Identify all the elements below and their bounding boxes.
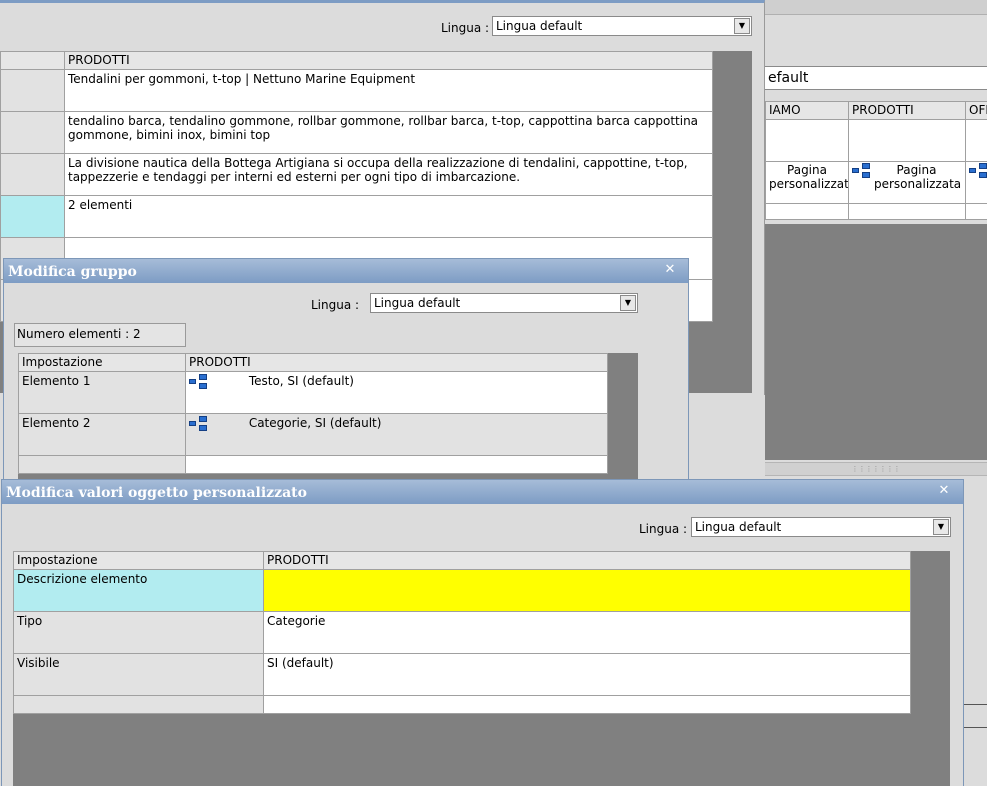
numero-elementi-box: Numero elementi : 2 (14, 323, 186, 347)
grid-cell[interactable]: tendalino barca, tendalino gommone, roll… (65, 112, 713, 154)
row-label[interactable] (1, 154, 65, 196)
dialog-title: Modifica gruppo (8, 264, 137, 280)
lingua-label: Lingua : (639, 522, 687, 536)
grid-cell[interactable]: 2 elementi (65, 196, 713, 238)
close-icon[interactable]: ✕ (938, 485, 950, 497)
grid-cell[interactable] (966, 120, 987, 162)
row-label[interactable] (19, 456, 186, 474)
grid-cell[interactable] (186, 456, 608, 474)
row-label-tipo[interactable]: Tipo (14, 612, 264, 654)
row-label-descrizione-elemento[interactable]: Descrizione elemento (14, 570, 264, 612)
tree-icon[interactable] (189, 416, 211, 432)
dialog-titlebar[interactable]: Modifica gruppo (4, 259, 688, 283)
chevron-down-icon[interactable]: ▼ (734, 18, 750, 34)
grid-cell[interactable] (966, 204, 987, 220)
grid-cell[interactable] (264, 696, 911, 714)
lingua-label: Lingua : (311, 298, 359, 312)
element-value: Categorie, SI (default) (249, 416, 382, 430)
visibile-cell[interactable]: SI (default) (264, 654, 911, 696)
lingua-select[interactable]: Lingua default ▼ (370, 293, 638, 313)
tipo-cell[interactable]: Categorie (264, 612, 911, 654)
lingua-select-value: Lingua default (496, 19, 582, 33)
gruppo-grid: Impostazione PRODOTTI Elemento 1 Testo, … (18, 353, 608, 474)
column-header-impostazione[interactable]: Impostazione (14, 552, 264, 570)
dialog-titlebar[interactable]: Modifica valori oggetto personalizzato (2, 480, 963, 504)
lingua-select-value: Lingua default (695, 520, 781, 534)
lingua-select-value: Lingua default (374, 296, 460, 310)
page-cell-text: Pagina personalizzata (769, 163, 849, 191)
column-header-iamo[interactable]: IAMO (766, 102, 849, 120)
lingua-label: Lingua : (441, 21, 489, 35)
column-header-prodotti[interactable]: PRODOTTI (65, 52, 713, 70)
right-grid-background (765, 224, 987, 460)
grid-cell[interactable] (849, 204, 966, 220)
grid-cell[interactable] (766, 204, 849, 220)
row-label-selected[interactable] (1, 196, 65, 238)
lingua-select[interactable]: Lingua default ▼ (691, 517, 951, 537)
right-bottom-line (963, 704, 987, 728)
grid-cell[interactable] (766, 120, 849, 162)
tree-icon[interactable] (969, 163, 987, 179)
chevron-down-icon[interactable]: ▼ (620, 295, 636, 311)
dialog-title: Modifica valori oggetto personalizzato (6, 485, 307, 501)
column-header-prodotti[interactable]: PRODOTTI (186, 354, 608, 372)
row-label-visibile[interactable]: Visibile (14, 654, 264, 696)
splitter-handle[interactable]: ⋮⋮⋮⋮⋮⋮⋮ (765, 462, 987, 476)
grid-corner (1, 52, 65, 70)
tree-icon[interactable] (852, 163, 874, 179)
right-top-bar (765, 0, 987, 15)
grid-cell[interactable]: La divisione nautica della Bottega Artig… (65, 154, 713, 196)
column-header-prodotti[interactable]: PRODOTTI (264, 552, 911, 570)
grid-cell[interactable]: Pagina personalizzata (766, 162, 849, 204)
descrizione-elemento-input[interactable] (264, 570, 911, 612)
valori-grid: Impostazione PRODOTTI Descrizione elemen… (13, 551, 911, 714)
tree-icon[interactable] (189, 374, 211, 390)
right-select-partial[interactable]: efault (765, 66, 987, 90)
page-cell-text: Pagina personalizzata (874, 163, 959, 191)
column-header-ofi[interactable]: OFI (966, 102, 987, 120)
right-grid: IAMO PRODOTTI OFI Pagina personalizzata … (765, 101, 987, 220)
row-label[interactable]: Elemento 1 (19, 372, 186, 414)
grid-cell[interactable] (966, 162, 987, 204)
close-icon[interactable]: ✕ (664, 264, 676, 276)
modifica-valori-dialog: Modifica valori oggetto personalizzato ✕… (1, 479, 964, 786)
grid-cell[interactable]: Testo, SI (default) (186, 372, 608, 414)
lingua-select[interactable]: Lingua default ▼ (492, 16, 752, 36)
right-select-value: efault (768, 70, 808, 86)
row-label[interactable]: Elemento 2 (19, 414, 186, 456)
chevron-down-icon[interactable]: ▼ (933, 519, 949, 535)
row-label[interactable] (1, 112, 65, 154)
grid-cell[interactable]: Pagina personalizzata (849, 162, 966, 204)
element-value: Testo, SI (default) (249, 374, 354, 388)
column-header-prodotti[interactable]: PRODOTTI (849, 102, 966, 120)
grid-cell[interactable]: Tendalini per gommoni, t-top | Nettuno M… (65, 70, 713, 112)
row-label[interactable] (14, 696, 264, 714)
numero-elementi-label: Numero elementi : 2 (17, 327, 141, 341)
column-header-impostazione[interactable]: Impostazione (19, 354, 186, 372)
row-label[interactable] (1, 70, 65, 112)
grid-cell[interactable]: Categorie, SI (default) (186, 414, 608, 456)
grid-cell[interactable] (849, 120, 966, 162)
